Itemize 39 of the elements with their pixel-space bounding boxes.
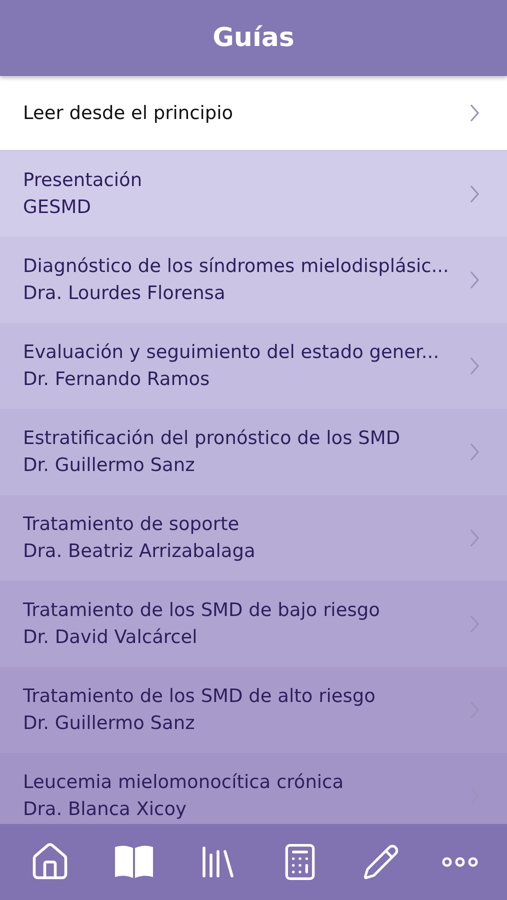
item-author: GESMD: [23, 197, 92, 218]
tab-button[interactable]: [112, 844, 155, 880]
chevron-icon: [470, 529, 479, 547]
chevron-icon: [470, 185, 479, 203]
list-item[interactable]: Leer desde el principio: [0, 76, 507, 151]
item-author: Dra. Blanca Xicoy: [23, 799, 188, 820]
item-author: Dr. Guillermo Sanz: [23, 455, 196, 476]
list-item[interactable]: Tratamiento de soporte Dra. Beatriz Arrizabalaga: [0, 495, 507, 581]
tab-button[interactable]: [362, 843, 400, 881]
item-title: Leucemia mielomonocítica crónica: [23, 772, 344, 793]
pencil-icon: [362, 843, 400, 881]
list-item[interactable]: Diagnóstico de los síndromes mielodisplásic... Dra. Lourdes Florensa: [0, 237, 507, 323]
item-title: Diagnóstico de los síndromes mielodisplásic...: [23, 256, 449, 277]
page-title: Guías: [212, 23, 294, 53]
item-author: Dra. Beatriz Arrizabalaga: [23, 541, 256, 562]
list-item[interactable]: Presentación GESMD: [0, 151, 507, 237]
item-author: Dra. Lourdes Florensa: [23, 283, 226, 304]
list-item[interactable]: Tratamiento de los SMD de bajo riesgo Dr. David Valcárcel: [0, 581, 507, 667]
item-title: Estratificación del pronóstico de los SMD: [23, 428, 400, 449]
item-title: Tratamiento de soporte: [23, 514, 240, 535]
chevron-icon: [470, 615, 479, 633]
item-author: Dr. David Valcárcel: [23, 627, 198, 648]
list-item[interactable]: Estratificación del pronóstico de los SMD Dr. Guillermo Sanz: [0, 409, 507, 495]
item-title: Evaluación y seguimiento del estado gener...: [23, 342, 440, 363]
more-icon: [442, 857, 478, 867]
list-item[interactable]: Evaluación y seguimiento del estado gener... Dr. Fernando Ramos: [0, 323, 507, 409]
tab-button[interactable]: [442, 857, 478, 867]
chevron-icon: [470, 104, 479, 122]
item-author: Dr. Guillermo Sanz: [23, 713, 196, 734]
item-title: Presentación: [23, 170, 142, 191]
chevron-icon: [470, 357, 479, 375]
item-title: Tratamiento de los SMD de bajo riesgo: [23, 600, 380, 621]
list-item[interactable]: Tratamiento de los SMD de alto riesgo Dr. Guillermo Sanz: [0, 667, 507, 753]
item-author: Dr. Fernando Ramos: [23, 369, 211, 390]
item-title: Tratamiento de los SMD de alto riesgo: [23, 686, 376, 707]
book-icon: [112, 844, 155, 880]
chevron-icon: [470, 271, 479, 289]
chevron-icon: [470, 443, 479, 461]
item-title: Leer desde el principio: [23, 102, 234, 124]
